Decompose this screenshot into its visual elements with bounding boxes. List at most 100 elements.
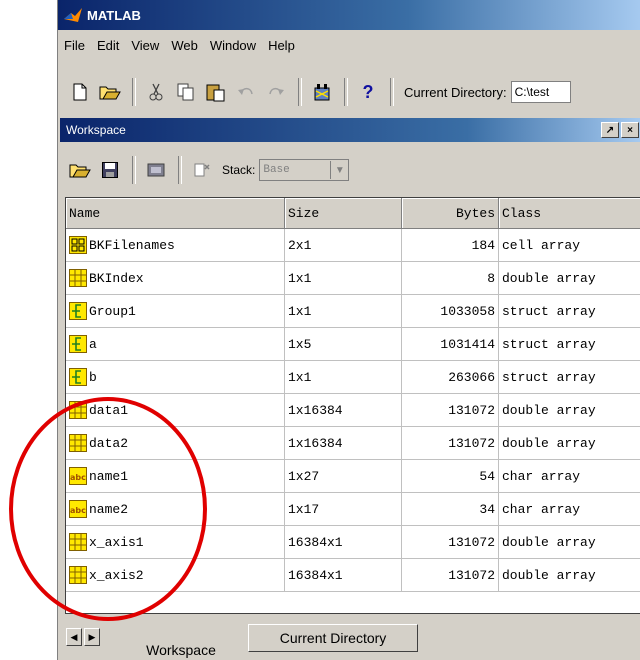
variable-size: 1x5 — [284, 327, 402, 361]
variable-name: data2 — [89, 435, 129, 451]
variable-bytes: 131072 — [401, 393, 499, 427]
column-header-name[interactable]: Name — [66, 198, 285, 229]
variable-size: 16384x1 — [284, 525, 402, 559]
table-header-row: Name Size Bytes Class — [66, 198, 640, 229]
main-toolbar: ? Current Directory: — [58, 70, 640, 114]
tab-workspace[interactable]: Workspace — [118, 620, 244, 660]
scroll-right-icon[interactable]: ▶ — [84, 628, 100, 646]
menu-view[interactable]: View — [125, 38, 165, 53]
title-bar: MATLAB — [58, 0, 640, 30]
char-array-icon: abc — [69, 467, 87, 485]
variable-size: 1x1 — [284, 294, 402, 328]
variable-class: double array — [498, 558, 640, 592]
variable-bytes: 184 — [401, 228, 499, 262]
double-array-icon — [69, 401, 87, 419]
workspace-toolbar: Stack: Base ▼ — [60, 150, 640, 190]
table-row[interactable]: BKFilenames 2x1 184 cell array — [66, 228, 640, 262]
undock-icon[interactable]: ↗ — [601, 122, 619, 138]
stack-label: Stack: — [222, 163, 256, 177]
tab-current-directory[interactable]: Current Directory — [248, 624, 418, 652]
table-row[interactable]: x_axis2 16384x1 131072 double array — [66, 558, 640, 592]
matlab-logo-icon — [64, 8, 82, 22]
variable-size: 1x17 — [284, 492, 402, 526]
svg-text:abc: abc — [70, 506, 86, 515]
variable-class: double array — [498, 393, 640, 427]
variable-bytes: 131072 — [401, 558, 499, 592]
variable-class: struct array — [498, 327, 640, 361]
table-row[interactable]: BKIndex 1x1 8 double array — [66, 261, 640, 295]
open-folder-icon[interactable] — [96, 78, 124, 106]
double-array-icon — [69, 533, 87, 551]
table-row[interactable]: b 1x1 263066 struct array — [66, 360, 640, 394]
toolbar-separator — [298, 78, 302, 106]
variable-class: double array — [498, 261, 640, 295]
table-row[interactable]: a 1x5 1031414 struct array — [66, 327, 640, 361]
table-row[interactable]: Group1 1x1 1033058 struct array — [66, 294, 640, 328]
bottom-tab-bar: ◀ ▶ Workspace Current Directory — [58, 620, 640, 660]
variable-class: char array — [498, 459, 640, 493]
redo-icon[interactable] — [262, 78, 290, 106]
import-data-icon[interactable] — [142, 156, 170, 184]
menu-file[interactable]: File — [58, 38, 91, 53]
cell-array-icon — [69, 236, 87, 254]
variable-size: 16384x1 — [284, 558, 402, 592]
variable-name: BKIndex — [89, 270, 144, 286]
current-directory-label: Current Directory: — [404, 84, 507, 100]
variable-size: 2x1 — [284, 228, 402, 262]
scroll-left-icon[interactable]: ◀ — [66, 628, 82, 646]
variable-name: data1 — [89, 402, 129, 418]
current-directory-input[interactable] — [510, 81, 571, 103]
double-array-icon — [69, 434, 87, 452]
table-row[interactable]: data1 1x16384 131072 double array — [66, 393, 640, 427]
menu-web[interactable]: Web — [165, 38, 204, 53]
variable-class: struct array — [498, 360, 640, 394]
variable-bytes: 131072 — [401, 426, 499, 460]
variable-bytes: 1033058 — [401, 294, 499, 328]
menu-bar: File Edit View Web Window Help — [58, 32, 640, 58]
open-folder-icon[interactable] — [66, 156, 94, 184]
paste-icon[interactable] — [202, 78, 230, 106]
menu-window[interactable]: Window — [204, 38, 262, 53]
char-array-icon: abc — [69, 500, 87, 518]
variable-size: 1x16384 — [284, 393, 402, 427]
double-array-icon — [69, 269, 87, 287]
table-row[interactable]: data2 1x16384 131072 double array — [66, 426, 640, 460]
help-icon[interactable]: ? — [354, 78, 382, 106]
table-row[interactable]: abc name2 1x17 34 char array — [66, 492, 640, 526]
variable-name: a — [89, 336, 97, 352]
copy-icon[interactable] — [172, 78, 200, 106]
table-row[interactable]: abc name1 1x27 54 char array — [66, 459, 640, 493]
simulink-icon[interactable] — [308, 78, 336, 106]
variable-name: Group1 — [89, 303, 136, 319]
variable-class: double array — [498, 426, 640, 460]
new-file-icon[interactable] — [66, 78, 94, 106]
table-row[interactable]: x_axis1 16384x1 131072 double array — [66, 525, 640, 559]
struct-array-icon — [69, 368, 87, 386]
toolbar-separator — [132, 78, 136, 106]
variable-size: 1x27 — [284, 459, 402, 493]
chevron-down-icon[interactable]: ▼ — [330, 161, 348, 179]
variable-name: x_axis1 — [89, 534, 144, 550]
save-icon[interactable] — [96, 156, 124, 184]
app-title: MATLAB — [87, 7, 141, 23]
stack-select[interactable]: Base ▼ — [259, 159, 350, 181]
variable-name: b — [89, 369, 97, 385]
column-header-size[interactable]: Size — [284, 198, 402, 229]
variable-bytes: 34 — [401, 492, 499, 526]
cut-icon[interactable] — [142, 78, 170, 106]
undo-icon[interactable] — [232, 78, 260, 106]
toolbar-separator — [178, 156, 182, 184]
variable-bytes: 131072 — [401, 525, 499, 559]
svg-text:abc: abc — [70, 473, 86, 482]
column-header-bytes[interactable]: Bytes — [401, 198, 499, 229]
variable-size: 1x1 — [284, 261, 402, 295]
toolbar-separator — [390, 78, 394, 106]
double-array-icon — [69, 566, 87, 584]
column-header-class[interactable]: Class — [498, 198, 640, 229]
variable-class: char array — [498, 492, 640, 526]
close-icon[interactable]: × — [621, 122, 639, 138]
delete-variable-icon[interactable] — [188, 156, 216, 184]
menu-help[interactable]: Help — [262, 38, 301, 53]
toolbar-separator — [344, 78, 348, 106]
menu-edit[interactable]: Edit — [91, 38, 125, 53]
